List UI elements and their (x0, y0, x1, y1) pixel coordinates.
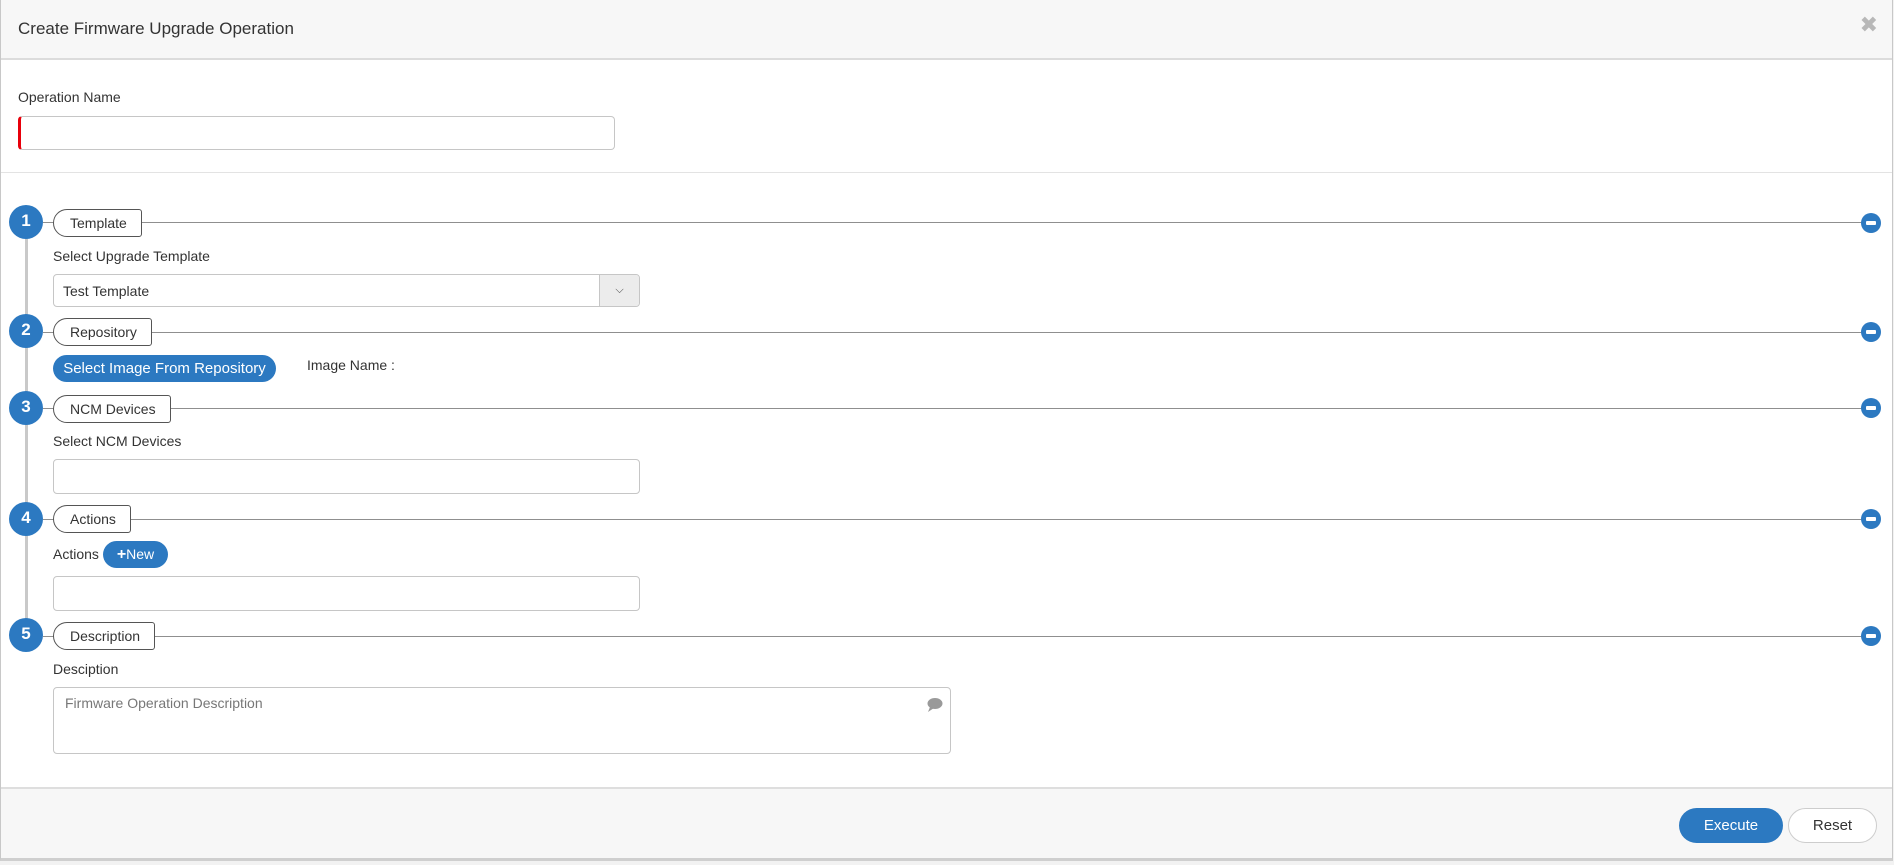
step-number-badge: 4 (9, 502, 43, 536)
comment-icon (927, 698, 943, 712)
step-divider (43, 519, 1862, 520)
step-tab-ncm-devices[interactable]: NCM Devices (53, 395, 171, 423)
dialog-title: Create Firmware Upgrade Operation (18, 19, 294, 38)
template-select[interactable]: Test Template ⌵ (53, 274, 640, 307)
plus-icon: + (116, 545, 127, 563)
actions-label: Actions (53, 546, 99, 562)
ncm-devices-label: Select NCM Devices (53, 433, 182, 449)
minus-circle-icon[interactable] (1861, 322, 1881, 342)
step-divider (43, 332, 1862, 333)
ncm-devices-input[interactable] (53, 459, 640, 494)
description-textarea[interactable] (53, 687, 951, 754)
minus-circle-icon[interactable] (1861, 509, 1881, 529)
step-tab-description[interactable]: Description (53, 622, 156, 650)
step-number-badge: 5 (9, 618, 43, 652)
image-name-label: Image Name : (307, 357, 395, 373)
minus-circle-icon[interactable] (1861, 213, 1881, 233)
step-divider (43, 222, 1862, 223)
step-divider (43, 636, 1862, 637)
firmware-upgrade-dialog: Create Firmware Upgrade Operation ✖ Oper… (0, 0, 1893, 861)
execute-button[interactable]: Execute (1679, 808, 1783, 843)
chevron-down-icon[interactable]: ⌵ (599, 275, 639, 306)
minus-circle-icon[interactable] (1861, 626, 1881, 646)
reset-button[interactable]: Reset (1788, 808, 1877, 843)
new-action-button[interactable]: +New (103, 541, 168, 568)
dialog-footer: Execute Reset (1, 787, 1892, 858)
step-number-badge: 1 (9, 205, 43, 239)
step-number-badge: 2 (9, 314, 43, 348)
step-tab-repository[interactable]: Repository (53, 318, 152, 346)
select-image-button[interactable]: Select Image From Repository (53, 355, 276, 382)
close-icon[interactable]: ✖ (1860, 14, 1878, 36)
step-tab-template[interactable]: Template (53, 209, 142, 237)
minus-circle-icon[interactable] (1861, 398, 1881, 418)
template-label: Select Upgrade Template (53, 248, 210, 264)
section-divider (1, 172, 1892, 173)
operation-name-label: Operation Name (18, 89, 121, 105)
step-number-badge: 3 (9, 391, 43, 425)
new-action-label: New (126, 545, 155, 562)
operation-name-input[interactable] (18, 116, 615, 150)
step-divider (43, 408, 1862, 409)
dialog-header: Create Firmware Upgrade Operation ✖ (1, 0, 1892, 60)
timeline-line (25, 222, 28, 636)
description-label: Desciption (53, 661, 119, 677)
template-selected-value: Test Template (63, 283, 150, 299)
actions-input[interactable] (53, 576, 640, 611)
step-tab-actions[interactable]: Actions (53, 505, 131, 533)
